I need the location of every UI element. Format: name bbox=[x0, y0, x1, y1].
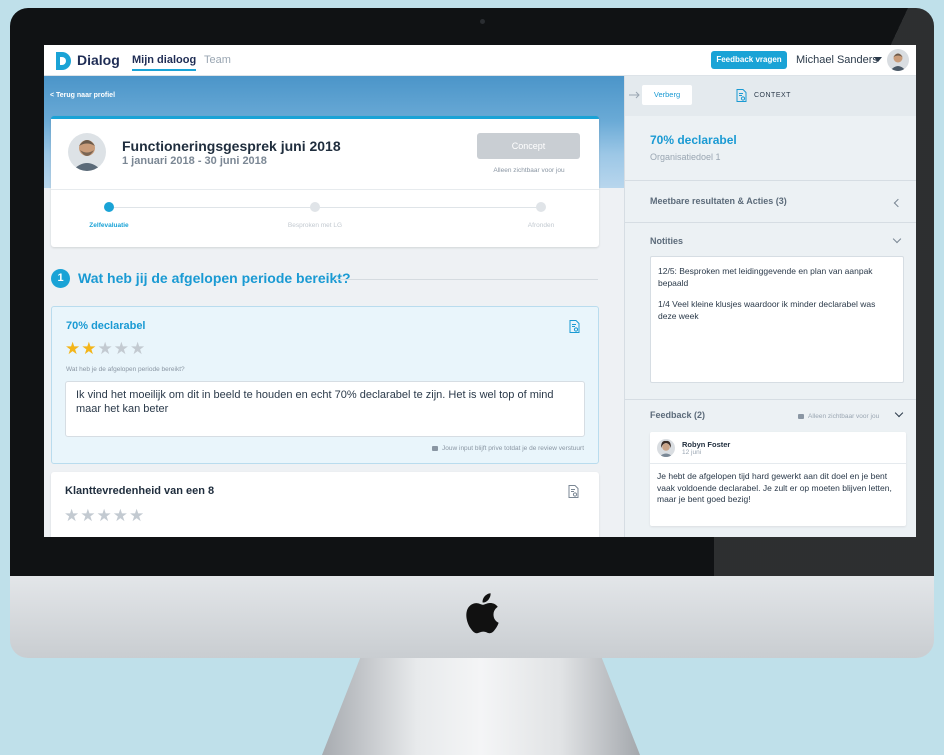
review-date-range: 1 januari 2018 - 30 juni 2018 bbox=[122, 155, 267, 167]
hide-context-button[interactable]: Verberg bbox=[642, 85, 692, 105]
divider bbox=[625, 180, 916, 181]
star-icon[interactable]: ★ bbox=[65, 339, 81, 358]
goal-card-klanttevredenheid: Klanttevredenheid van een 8 ★★★★★ bbox=[51, 472, 599, 537]
notes-section-header[interactable]: Notities bbox=[650, 236, 683, 246]
author-photo-icon bbox=[659, 440, 673, 457]
star-icon[interactable]: ★ bbox=[130, 339, 146, 358]
results-section-header[interactable]: Meetbare resultaten & Acties (3) bbox=[650, 196, 787, 206]
divider bbox=[650, 463, 906, 464]
avatar bbox=[657, 439, 675, 457]
note-item: 12/5: Besproken met leidinggevende en pl… bbox=[658, 266, 873, 288]
question-title: Wat heb jij de afgelopen periode bereikt… bbox=[78, 270, 351, 286]
divider bbox=[334, 279, 598, 280]
goal-title: Klanttevredenheid van een 8 bbox=[65, 485, 215, 497]
user-avatar-icon bbox=[890, 53, 906, 71]
feedback-text: Je hebt de afgelopen tijd hard gewerkt a… bbox=[657, 471, 892, 504]
step-label-zelfevaluatie[interactable]: Zelfevaluatie bbox=[59, 222, 159, 229]
star-icon[interactable]: ★ bbox=[81, 339, 97, 358]
tab-team[interactable]: Team bbox=[204, 54, 231, 66]
chevron-left-icon[interactable] bbox=[893, 198, 903, 208]
divider bbox=[51, 189, 599, 190]
star-icon[interactable]: ★ bbox=[114, 339, 130, 358]
review-title: Functioneringsgesprek juni 2018 bbox=[122, 138, 341, 154]
top-navigation-bar: Dialog Mijn dialoog Team Feedback vragen… bbox=[44, 45, 916, 76]
star-icon[interactable]: ★ bbox=[64, 506, 80, 525]
step-dot-afronden[interactable] bbox=[536, 202, 546, 212]
divider bbox=[625, 222, 916, 223]
context-panel: Verberg CONTEXT 70% declarabel Organisat… bbox=[624, 76, 916, 537]
tab-mijn-dialoog[interactable]: Mijn dialoog bbox=[132, 54, 197, 71]
feedback-section-header[interactable]: Feedback (2) bbox=[650, 410, 705, 420]
user-menu-name[interactable]: Michael Sanders bbox=[796, 54, 878, 66]
divider bbox=[625, 399, 916, 400]
star-icon[interactable]: ★ bbox=[80, 506, 96, 525]
avatar bbox=[68, 133, 106, 171]
step-label-besproken[interactable]: Besproken met LG bbox=[265, 222, 365, 229]
star-icon[interactable]: ★ bbox=[97, 506, 113, 525]
context-goal-title: 70% declarabel bbox=[650, 133, 737, 147]
apple-logo-icon bbox=[466, 593, 499, 634]
star-icon[interactable]: ★ bbox=[113, 506, 129, 525]
star-icon[interactable]: ★ bbox=[129, 506, 145, 525]
privacy-note: Jouw input blijft prive totdat je de rev… bbox=[432, 445, 584, 452]
app-screen: Dialog Mijn dialoog Team Feedback vragen… bbox=[44, 45, 916, 537]
feedback-request-button[interactable]: Feedback vragen bbox=[711, 51, 787, 69]
review-header-card: Functioneringsgesprek juni 2018 1 januar… bbox=[51, 116, 599, 247]
feedback-date: 12 juni bbox=[682, 449, 702, 456]
arrow-right-icon[interactable] bbox=[629, 91, 641, 99]
chevron-down-icon[interactable] bbox=[894, 408, 904, 418]
dialog-logo-icon bbox=[56, 52, 71, 70]
monitor-stand bbox=[322, 658, 640, 755]
lock-icon bbox=[798, 413, 804, 419]
step-dot-besproken[interactable] bbox=[310, 202, 320, 212]
context-label: CONTEXT bbox=[754, 92, 791, 99]
camera-icon bbox=[480, 19, 485, 24]
feedback-visibility-text: Alleen zichtbaar voor jou bbox=[808, 413, 880, 420]
star-rating[interactable]: ★★★★★ bbox=[65, 340, 146, 357]
document-search-icon bbox=[736, 89, 747, 102]
progress-track bbox=[109, 207, 541, 208]
lock-icon bbox=[432, 445, 439, 451]
question-number-badge: 1 bbox=[51, 269, 70, 288]
goal-card-declarabel: 70% declarabel ★★★★★ Wat heb je de afgel… bbox=[51, 306, 599, 464]
concept-status-button[interactable]: Concept bbox=[477, 133, 580, 159]
avatar[interactable] bbox=[887, 49, 909, 71]
answer-textarea[interactable]: Ik vind het moeilijk om dit in beeld te … bbox=[65, 381, 585, 437]
brand-name: Dialog bbox=[77, 52, 120, 68]
step-dot-zelfevaluatie[interactable] bbox=[104, 202, 114, 212]
visibility-note: Alleen zichtbaar voor jou bbox=[493, 167, 565, 174]
star-rating[interactable]: ★★★★★ bbox=[64, 507, 145, 524]
chevron-down-icon[interactable] bbox=[874, 57, 882, 62]
back-to-profile-link[interactable]: < Terug naar profiel bbox=[50, 92, 115, 99]
feedback-author: Robyn Foster bbox=[682, 440, 731, 449]
goal-question-label: Wat heb je de afgelopen periode bereikt? bbox=[66, 366, 185, 373]
note-item: 1/4 Veel kleine klusjes waardoor ik mind… bbox=[658, 299, 876, 321]
document-search-icon[interactable] bbox=[569, 320, 580, 333]
privacy-note-text: Jouw input blijft prive totdat je de rev… bbox=[442, 445, 584, 452]
notes-textarea[interactable]: 12/5: Besproken met leidinggevende en pl… bbox=[650, 256, 904, 383]
main-content: < Terug naar profiel Functioneringsgespr… bbox=[44, 76, 624, 537]
feedback-visibility-note: Alleen zichtbaar voor jou bbox=[798, 413, 879, 420]
star-icon[interactable]: ★ bbox=[98, 339, 114, 358]
context-goal-type: Organisatiedoel 1 bbox=[650, 152, 721, 162]
context-toolbar: Verberg CONTEXT bbox=[625, 76, 916, 116]
feedback-item: Robyn Foster 12 juni Je hebt de afgelope… bbox=[650, 432, 906, 526]
profile-photo-icon bbox=[72, 140, 102, 171]
goal-title: 70% declarabel bbox=[66, 320, 146, 332]
step-label-afronden[interactable]: Afronden bbox=[491, 222, 591, 229]
chevron-down-icon[interactable] bbox=[892, 234, 902, 244]
document-search-icon[interactable] bbox=[568, 485, 579, 498]
